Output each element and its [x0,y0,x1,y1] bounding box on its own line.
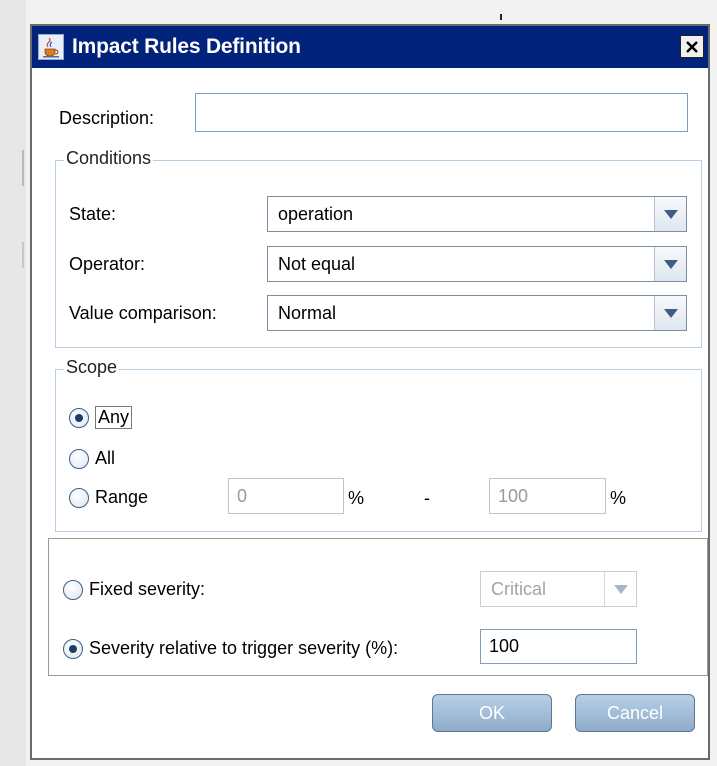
java-cup-icon [38,34,64,60]
fixed-severity-option[interactable]: Fixed severity: [63,579,205,600]
scope-range-label: Range [95,487,149,507]
radio-button-all[interactable] [69,448,89,469]
range-to-input[interactable]: 100 [489,478,606,514]
state-dropdown[interactable]: operation [267,196,687,232]
fixed-severity-dropdown[interactable]: Critical [480,571,637,607]
background-divider [22,242,24,268]
background-divider [22,150,24,186]
relative-severity-label: Severity relative to trigger severity (%… [89,638,399,658]
ok-button[interactable]: OK [432,694,552,732]
fixed-severity-label: Fixed severity: [89,579,206,599]
description-label: Description: [59,108,155,128]
chevron-down-icon[interactable] [654,247,686,281]
radio-button-any[interactable] [69,407,89,428]
background-mark [500,14,502,20]
value-comparison-dropdown[interactable]: Normal [267,295,687,331]
window-title: Impact Rules Definition [72,35,301,58]
radio-button-fixed-severity[interactable] [63,579,83,600]
radio-button-range[interactable] [69,487,89,508]
relative-severity-option[interactable]: Severity relative to trigger severity (%… [63,638,398,659]
state-label: State: [69,204,117,224]
scope-all-option[interactable]: All [69,448,115,469]
fixed-severity-dropdown-value: Critical [491,578,547,599]
scope-any-option[interactable]: Any [69,406,133,429]
chevron-down-icon[interactable] [654,197,686,231]
scope-range-option[interactable]: Range [69,487,148,508]
scope-any-label: Any [95,406,133,429]
value-comparison-dropdown-value: Normal [278,302,337,323]
relative-severity-input[interactable]: 100 [480,629,637,664]
scope-all-label: All [95,448,116,468]
range-from-input[interactable]: 0 [228,478,344,514]
value-comparison-label: Value comparison: [69,303,217,323]
operator-dropdown[interactable]: Not equal [267,246,687,282]
impact-rules-dialog: Impact Rules Definition Description: Con… [30,24,710,760]
chevron-down-icon[interactable] [604,572,636,606]
title-bar[interactable]: Impact Rules Definition [32,26,708,68]
range-to-percent: % [610,488,627,508]
operator-label: Operator: [69,254,146,274]
radio-button-relative-severity[interactable] [63,638,83,659]
conditions-group-title: Conditions [64,148,154,169]
close-icon [686,40,698,53]
close-button[interactable] [680,35,704,58]
chevron-down-icon[interactable] [654,296,686,330]
range-dash: - [424,488,430,508]
scope-group-title: Scope [64,357,120,378]
description-input[interactable] [195,93,688,132]
range-from-percent: % [348,488,365,508]
background-window-edge [0,0,26,766]
state-dropdown-value: operation [278,203,354,224]
operator-dropdown-value: Not equal [278,253,356,274]
screen: Impact Rules Definition Description: Con… [0,0,717,766]
cancel-button[interactable]: Cancel [575,694,695,732]
